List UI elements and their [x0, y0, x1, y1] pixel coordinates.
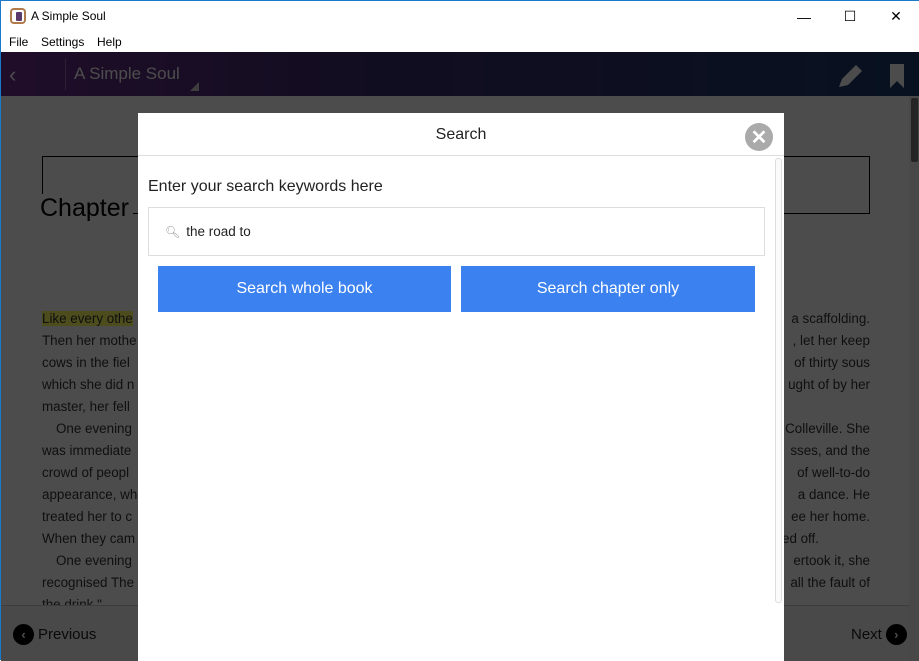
back-button[interactable]: ‹	[9, 62, 16, 88]
next-button[interactable]: Next ›	[851, 624, 907, 645]
search-whole-book-button[interactable]: Search whole book	[158, 266, 451, 312]
search-chapter-only-button[interactable]: Search chapter only	[461, 266, 755, 312]
search-input[interactable]	[186, 224, 747, 239]
search-icon: 🔍︎	[165, 224, 181, 239]
dialog-scrollbar[interactable]	[775, 158, 782, 603]
text-line-right: ed off.	[782, 531, 819, 546]
chevron-left-icon: ‹	[13, 624, 34, 645]
text-line-left: appearance, wh	[42, 487, 138, 502]
text-line-left: Like every othe	[42, 311, 133, 326]
dialog-title: Search	[138, 113, 784, 156]
text-line-left: crowd of peopl	[42, 465, 130, 480]
menu-file[interactable]: File	[9, 35, 28, 49]
book-title[interactable]: A Simple Soul	[74, 64, 180, 84]
text-line-right: of thirty sous	[794, 355, 870, 370]
close-window-button[interactable]: ✕	[873, 1, 919, 32]
close-dialog-button[interactable]: ✕	[745, 123, 773, 151]
app-icon	[10, 8, 26, 24]
menu-settings[interactable]: Settings	[41, 35, 84, 49]
text-line-right: sses, and the	[790, 443, 870, 458]
text-line-left: One evening	[56, 553, 132, 568]
text-line-right: ertook it, she	[793, 553, 870, 568]
search-field[interactable]: 🔍︎	[148, 207, 765, 256]
text-line-left: When they cam	[42, 531, 136, 546]
pencil-icon[interactable]	[835, 61, 865, 91]
text-line-right: a scaffolding.	[791, 311, 870, 326]
search-label: Enter your search keywords here	[148, 178, 383, 195]
chapter-heading: Chapter	[40, 194, 133, 223]
bookmark-icon[interactable]	[888, 64, 906, 88]
window-title: A Simple Soul	[31, 9, 106, 23]
reader-toolbar: ‹ A Simple Soul	[1, 52, 919, 96]
minimize-button[interactable]: —	[781, 1, 827, 32]
text-line-left: Then her mothe	[42, 333, 137, 348]
previous-label: Previous	[38, 626, 97, 643]
menu-help[interactable]: Help	[97, 35, 122, 49]
text-line-right: of well-to-do	[797, 465, 870, 480]
text-line-left: was immediate	[42, 443, 132, 458]
text-line-left: which she did n	[42, 377, 135, 392]
text-line-left: cows in the fiel	[42, 355, 130, 370]
text-line-left: One evening	[56, 421, 132, 436]
close-icon: ✕	[750, 126, 768, 149]
text-line-left: master, her fell	[42, 399, 130, 414]
text-line-left: recognised The	[42, 575, 135, 590]
scrollbar-thumb[interactable]	[911, 98, 918, 162]
text-line-right: ught of by her	[788, 377, 870, 392]
previous-button[interactable]: ‹ Previous	[13, 624, 96, 645]
page-scrollbar[interactable]	[909, 96, 919, 661]
text-line-left: treated her to c	[42, 509, 133, 524]
text-line-right: a dance. He	[797, 487, 870, 502]
search-dialog: Search ✕ Enter your search keywords here…	[138, 113, 784, 661]
text-line-right: , let her keep	[792, 333, 870, 348]
menu-bar: File Settings Help	[1, 32, 919, 52]
text-line-right: ee her home.	[791, 509, 870, 524]
divider	[65, 58, 66, 90]
text-line-right: all the fault of	[790, 575, 870, 590]
title-bar: A Simple Soul — ☐ ✕	[1, 1, 919, 32]
dropdown-corner-icon	[190, 82, 199, 91]
text-line-right: Colleville. She	[785, 421, 870, 436]
maximize-button[interactable]: ☐	[827, 1, 873, 32]
next-label: Next	[851, 626, 882, 643]
chevron-right-icon: ›	[885, 624, 907, 645]
